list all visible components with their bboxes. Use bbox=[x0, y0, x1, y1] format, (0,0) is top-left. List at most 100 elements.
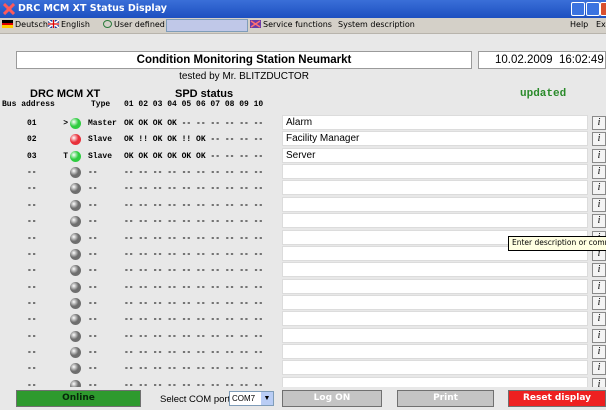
device-type: -- bbox=[88, 315, 98, 325]
reset-display-button[interactable]: Reset display bbox=[508, 390, 606, 407]
online-button[interactable]: Online bbox=[16, 390, 141, 407]
info-icon[interactable]: i bbox=[592, 165, 606, 180]
spd-title: SPD status bbox=[175, 88, 234, 100]
maximize-button[interactable] bbox=[586, 2, 600, 16]
status-led-icon bbox=[70, 330, 81, 342]
spd-status: -- -- -- -- -- -- -- -- -- -- bbox=[124, 331, 264, 341]
menu-label-deutsch: Deutsch bbox=[15, 20, 48, 29]
bus-address: -- bbox=[27, 347, 37, 357]
com-port-select[interactable]: COM7 ▼ bbox=[229, 391, 274, 406]
spd-status: -- -- -- -- -- -- -- -- -- -- bbox=[124, 217, 264, 227]
device-type: -- bbox=[88, 347, 98, 357]
description-field[interactable] bbox=[282, 164, 588, 180]
info-icon[interactable]: i bbox=[592, 279, 606, 294]
info-icon[interactable]: i bbox=[592, 214, 606, 229]
info-icon[interactable]: i bbox=[592, 312, 606, 327]
status-led-icon bbox=[70, 297, 81, 309]
device-type: -- bbox=[88, 364, 98, 374]
spd-status: -- -- -- -- -- -- -- -- -- -- bbox=[124, 347, 264, 357]
spd-status: -- -- -- -- -- -- -- -- -- -- bbox=[124, 168, 264, 178]
info-icon[interactable]: i bbox=[592, 344, 606, 359]
description-field[interactable] bbox=[282, 180, 588, 196]
menu-item-system[interactable]: System description bbox=[338, 20, 415, 29]
menu-label-english: English bbox=[61, 20, 90, 29]
column-header-bus: Bus address bbox=[2, 100, 55, 109]
device-type: -- bbox=[88, 298, 98, 308]
device-type: -- bbox=[88, 331, 98, 341]
station-title: Condition Monitoring Station Neumarkt bbox=[16, 51, 472, 69]
table-row: -- -- -- -- -- -- -- -- -- -- -- -- i bbox=[0, 343, 606, 360]
spd-status: -- -- -- -- -- -- -- -- -- -- bbox=[124, 315, 264, 325]
status-led-icon bbox=[70, 216, 81, 228]
bus-address: -- bbox=[27, 315, 37, 325]
bus-address: -- bbox=[27, 364, 37, 374]
description-field[interactable] bbox=[282, 294, 588, 310]
info-icon[interactable]: i bbox=[592, 295, 606, 310]
description-field[interactable] bbox=[282, 343, 588, 359]
bus-address: -- bbox=[27, 266, 37, 276]
description-field[interactable] bbox=[282, 327, 588, 343]
device-type: -- bbox=[88, 217, 98, 227]
chevron-down-icon[interactable]: ▼ bbox=[261, 392, 273, 405]
table-row: 02 Slave OK !! OK OK !! OK -- -- -- -- Faci… bbox=[0, 131, 606, 147]
row-marker: > bbox=[63, 119, 68, 128]
table-row: -- -- -- -- -- -- -- -- -- -- -- -- i bbox=[0, 213, 606, 229]
status-led-icon bbox=[70, 199, 81, 211]
bus-address: 01 bbox=[27, 119, 37, 128]
status-led-icon bbox=[70, 134, 81, 146]
bus-address: 02 bbox=[27, 135, 37, 145]
description-field[interactable]: Server bbox=[282, 147, 588, 163]
window-title: DRC MCM XT Status Display bbox=[18, 3, 168, 14]
info-icon[interactable]: i bbox=[592, 148, 606, 163]
table-row: -- -- -- -- -- -- -- -- -- -- -- -- i bbox=[0, 164, 606, 180]
status-led-icon bbox=[70, 167, 81, 179]
log-on-button[interactable]: Log ON bbox=[282, 390, 382, 407]
menu-item-service[interactable]: Service functions bbox=[250, 20, 332, 29]
description-field[interactable] bbox=[282, 196, 588, 212]
device-type: Slave bbox=[88, 135, 113, 145]
description-field[interactable]: Facility Manager bbox=[282, 131, 588, 147]
info-icon[interactable]: i bbox=[592, 263, 606, 278]
bus-address: -- bbox=[27, 217, 37, 227]
info-icon[interactable]: i bbox=[592, 116, 606, 130]
service-icon bbox=[250, 20, 261, 28]
table-row: 01 > Master OK OK OK OK -- -- -- -- -- -- Al… bbox=[0, 115, 606, 131]
minimize-button[interactable] bbox=[571, 2, 585, 16]
user-defined-field[interactable] bbox=[166, 19, 248, 32]
status-led-icon bbox=[70, 232, 81, 244]
device-type: Slave bbox=[88, 151, 113, 161]
tested-by: tested by Mr. BLITZDUCTOR bbox=[179, 71, 309, 82]
description-field[interactable]: Alarm bbox=[282, 115, 588, 130]
spd-status: OK OK OK OK -- -- -- -- -- -- bbox=[124, 119, 264, 128]
menu-item-deutsch[interactable]: Deutsch bbox=[2, 20, 48, 29]
spd-status: -- -- -- -- -- -- -- -- -- -- bbox=[124, 266, 264, 276]
info-icon[interactable]: i bbox=[592, 328, 606, 343]
description-field[interactable] bbox=[282, 360, 588, 376]
spd-status: -- -- -- -- -- -- -- -- -- -- bbox=[124, 364, 264, 374]
table-row: 03 T Slave OK OK OK OK OK OK -- -- -- -- Ser… bbox=[0, 147, 606, 164]
com-port-label: Select COM port bbox=[160, 394, 231, 405]
description-field[interactable] bbox=[282, 311, 588, 327]
menu-item-english[interactable]: English bbox=[48, 20, 90, 29]
print-button[interactable]: Print bbox=[397, 390, 494, 407]
table-row: -- -- -- -- -- -- -- -- -- -- -- -- i bbox=[0, 180, 606, 196]
menu-item-exit[interactable]: Ex bbox=[596, 20, 606, 29]
info-icon[interactable]: i bbox=[592, 132, 606, 147]
user-flag-icon bbox=[103, 20, 112, 28]
close-button[interactable] bbox=[600, 2, 606, 16]
info-icon[interactable]: i bbox=[592, 181, 606, 196]
info-icon[interactable]: i bbox=[592, 197, 606, 212]
spd-status: -- -- -- -- -- -- -- -- -- -- bbox=[124, 249, 264, 259]
menu-item-user-defined[interactable]: User defined bbox=[103, 20, 165, 29]
status-led-icon bbox=[70, 314, 81, 326]
spd-status: -- -- -- -- -- -- -- -- -- -- bbox=[124, 184, 264, 194]
description-field[interactable] bbox=[282, 213, 588, 229]
status-text: updated bbox=[520, 88, 567, 100]
bus-address: -- bbox=[27, 184, 37, 194]
menu-item-help[interactable]: Help bbox=[570, 20, 588, 29]
table-row: -- -- -- -- -- -- -- -- -- -- -- -- i bbox=[0, 327, 606, 344]
info-icon[interactable]: i bbox=[592, 361, 606, 376]
description-field[interactable] bbox=[282, 278, 588, 294]
description-field[interactable] bbox=[282, 262, 588, 278]
date-value: 10.02.2009 bbox=[495, 54, 553, 66]
